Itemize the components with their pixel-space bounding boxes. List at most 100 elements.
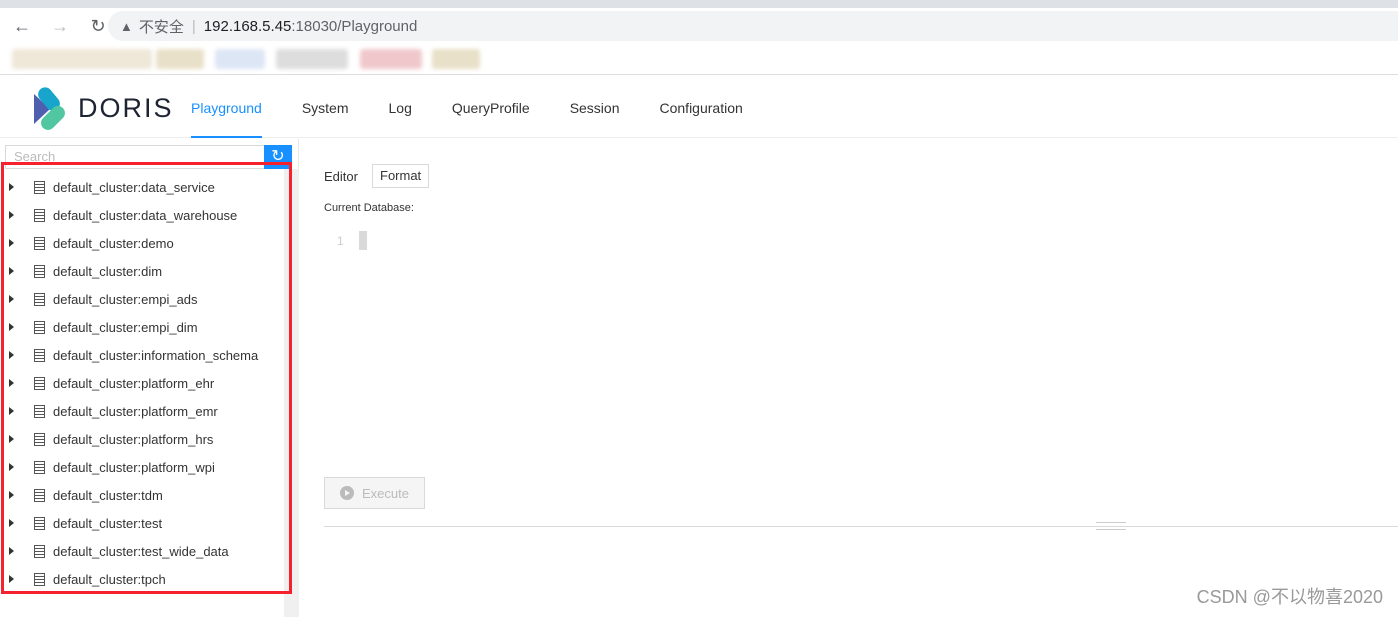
database-name: default_cluster:demo (53, 235, 174, 251)
nav-playground[interactable]: Playground (191, 76, 262, 138)
tree-node[interactable]: default_cluster:platform_ehr (0, 369, 284, 397)
database-name: default_cluster:empi_dim (53, 319, 198, 335)
warning-icon[interactable]: ▲ (120, 19, 133, 34)
tree-node[interactable]: default_cluster:data_warehouse (0, 201, 284, 229)
database-tree: default_cluster:data_service default_clus… (0, 173, 284, 593)
database-icon (34, 376, 45, 390)
expand-caret-icon[interactable] (9, 519, 14, 527)
tree-node[interactable]: default_cluster:test (0, 509, 284, 537)
play-icon (340, 486, 354, 500)
expand-caret-icon[interactable] (9, 463, 14, 471)
tree-node[interactable]: default_cluster:tdm (0, 481, 284, 509)
search-input[interactable]: Search (5, 145, 265, 169)
nav-queryprofile[interactable]: QueryProfile (452, 76, 530, 138)
execute-button[interactable]: Execute (324, 477, 425, 509)
expand-caret-icon[interactable] (9, 183, 14, 191)
database-icon (34, 572, 45, 586)
line-number: 1 (337, 234, 344, 248)
sidebar-scrollbar[interactable] (284, 169, 299, 617)
tree-node[interactable]: default_cluster:platform_wpi (0, 453, 284, 481)
database-icon (34, 320, 45, 334)
expand-caret-icon[interactable] (9, 295, 14, 303)
tree-node[interactable]: default_cluster:platform_hrs (0, 425, 284, 453)
database-icon (34, 348, 45, 362)
panel-divider (324, 526, 1398, 527)
logo-text: DORIS (78, 92, 174, 123)
bookmarks-bar (0, 44, 1398, 75)
database-icon (34, 180, 45, 194)
expand-caret-icon[interactable] (9, 379, 14, 387)
address-bar[interactable]: ▲ 不安全 | 192.168.5.45:18030/Playground (108, 11, 1398, 41)
database-name: default_cluster:empi_ads (53, 291, 198, 307)
bookmark-blurred[interactable] (360, 49, 422, 69)
bookmark-blurred[interactable] (432, 49, 480, 69)
database-icon (34, 460, 45, 474)
resize-handle[interactable] (1096, 522, 1126, 530)
tree-node[interactable]: default_cluster:test_wide_data (0, 537, 284, 565)
forward-icon[interactable]: → (44, 16, 76, 37)
database-icon (34, 292, 45, 306)
expand-caret-icon[interactable] (9, 407, 14, 415)
expand-caret-icon[interactable] (9, 575, 14, 583)
expand-caret-icon[interactable] (9, 491, 14, 499)
expand-caret-icon[interactable] (9, 351, 14, 359)
database-icon (34, 516, 45, 530)
tree-node[interactable]: default_cluster:information_schema (0, 341, 284, 369)
nav-system[interactable]: System (302, 76, 349, 138)
database-name: default_cluster:platform_ehr (53, 375, 215, 391)
database-sidebar: Search ↻ default_cluster:data_service def… (0, 139, 299, 617)
expand-caret-icon[interactable] (9, 435, 14, 443)
database-name: default_cluster:data_service (53, 179, 215, 195)
nav-configuration[interactable]: Configuration (660, 76, 743, 138)
database-icon (34, 236, 45, 250)
editor-cursor[interactable] (359, 231, 367, 250)
expand-caret-icon[interactable] (9, 323, 14, 331)
tree-node[interactable]: default_cluster:dim (0, 257, 284, 285)
database-name: default_cluster:tdm (53, 487, 163, 503)
database-name: default_cluster:platform_emr (53, 403, 218, 419)
refresh-icon: ↻ (271, 148, 285, 165)
bookmark-blurred[interactable] (12, 49, 152, 69)
database-name: default_cluster:test_wide_data (53, 543, 229, 559)
doris-logo[interactable]: DORIS (32, 84, 174, 132)
url-path: :18030/Playground (291, 17, 418, 35)
expand-caret-icon[interactable] (9, 267, 14, 275)
format-button[interactable]: Format (372, 164, 430, 188)
database-name: default_cluster:platform_wpi (53, 459, 215, 475)
database-icon (34, 488, 45, 502)
browser-toolbar: ← → ↻ ▲ 不安全 | 192.168.5.45:18030/Playgro… (0, 8, 1398, 44)
tree-node[interactable]: default_cluster:data_service (0, 173, 284, 201)
database-name: default_cluster:tpch (53, 571, 166, 587)
database-icon (34, 264, 45, 278)
url-text: 192.168.5.45:18030/Playground (204, 18, 418, 35)
doris-logo-icon (34, 87, 65, 130)
database-icon (34, 208, 45, 222)
nav-session[interactable]: Session (570, 76, 620, 138)
database-name: default_cluster:information_schema (53, 347, 259, 363)
bookmark-blurred[interactable] (156, 49, 204, 69)
tree-node[interactable]: default_cluster:empi_ads (0, 285, 284, 313)
bookmark-blurred[interactable] (276, 49, 348, 69)
editor-label: Editor (324, 169, 358, 184)
database-name: default_cluster:platform_hrs (53, 431, 214, 447)
database-name: default_cluster:test (53, 515, 163, 531)
back-icon[interactable]: ← (6, 16, 38, 37)
tree-node[interactable]: default_cluster:tpch (0, 565, 284, 593)
database-name: default_cluster:data_warehouse (53, 207, 238, 223)
database-name: default_cluster:dim (53, 263, 163, 279)
main-nav: Playground System Log QueryProfile Sessi… (191, 76, 783, 138)
tree-node[interactable]: default_cluster:demo (0, 229, 284, 257)
tree-node[interactable]: default_cluster:platform_emr (0, 397, 284, 425)
expand-caret-icon[interactable] (9, 547, 14, 555)
database-icon (34, 404, 45, 418)
separator: | (191, 17, 196, 35)
bookmark-blurred[interactable] (215, 49, 265, 69)
watermark: CSDN @不以物喜2020 (1196, 587, 1383, 607)
expand-caret-icon[interactable] (9, 211, 14, 219)
database-icon (34, 544, 45, 558)
expand-caret-icon[interactable] (9, 239, 14, 247)
nav-log[interactable]: Log (389, 76, 412, 138)
tree-node[interactable]: default_cluster:empi_dim (0, 313, 284, 341)
app-header: DORIS Playground System Log QueryProfile… (0, 76, 1398, 138)
refresh-button[interactable]: ↻ (264, 145, 292, 169)
